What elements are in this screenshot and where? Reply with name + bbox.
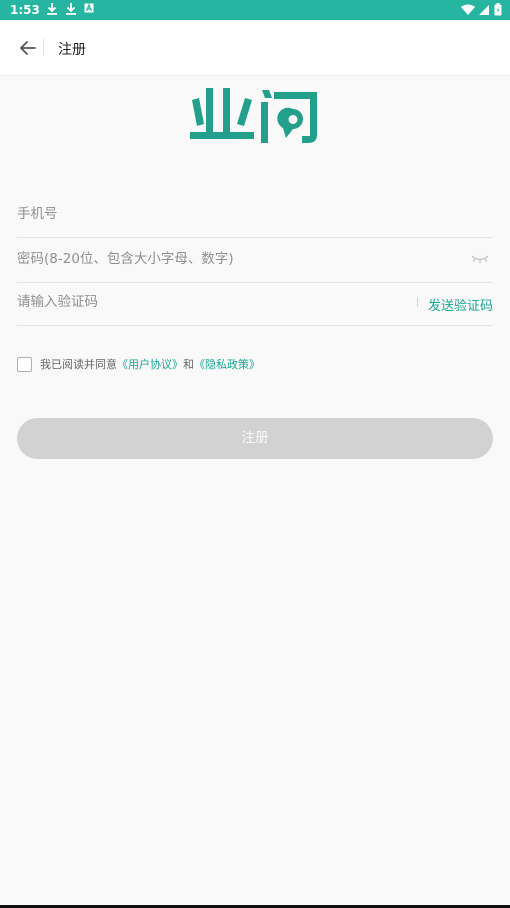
- download-icon: [47, 3, 57, 15]
- agreement-row: 我已阅读并同意 《用户协议》 和 《隐私政策》: [17, 355, 260, 373]
- privacy-policy-link[interactable]: 《隐私政策》: [194, 356, 260, 372]
- agreement-and: 和: [183, 358, 194, 371]
- header-divider: [43, 39, 44, 56]
- status-right: [461, 3, 502, 16]
- eye-closed-icon[interactable]: [471, 254, 489, 264]
- status-time: 1:53: [10, 3, 40, 17]
- battery-icon: [494, 3, 502, 16]
- register-button[interactable]: 注册: [17, 418, 493, 459]
- a-box-icon: [84, 3, 94, 13]
- app-logo: [190, 88, 317, 143]
- app-bar: 注册: [0, 20, 510, 76]
- agreement-prefix: 我已阅读并同意: [40, 358, 117, 371]
- phone-input[interactable]: [17, 193, 417, 235]
- page-title: 注册: [58, 42, 86, 58]
- download-icon: [66, 3, 76, 15]
- password-field: [17, 238, 493, 283]
- password-input[interactable]: [17, 238, 417, 280]
- arrow-left-icon: [20, 41, 36, 55]
- status-bar: 1:53: [0, 0, 510, 20]
- verification-code-field: 发送验证码: [17, 281, 493, 326]
- wifi-icon: [461, 4, 475, 15]
- signal-icon: [479, 4, 489, 15]
- back-button[interactable]: [14, 34, 42, 62]
- user-agreement-link[interactable]: 《用户协议》: [117, 356, 183, 372]
- agreement-checkbox[interactable]: [17, 356, 32, 372]
- verification-code-input[interactable]: [17, 281, 397, 323]
- send-code-button[interactable]: 发送验证码: [428, 295, 493, 314]
- code-separator: [417, 297, 418, 307]
- phone-field: [17, 193, 493, 238]
